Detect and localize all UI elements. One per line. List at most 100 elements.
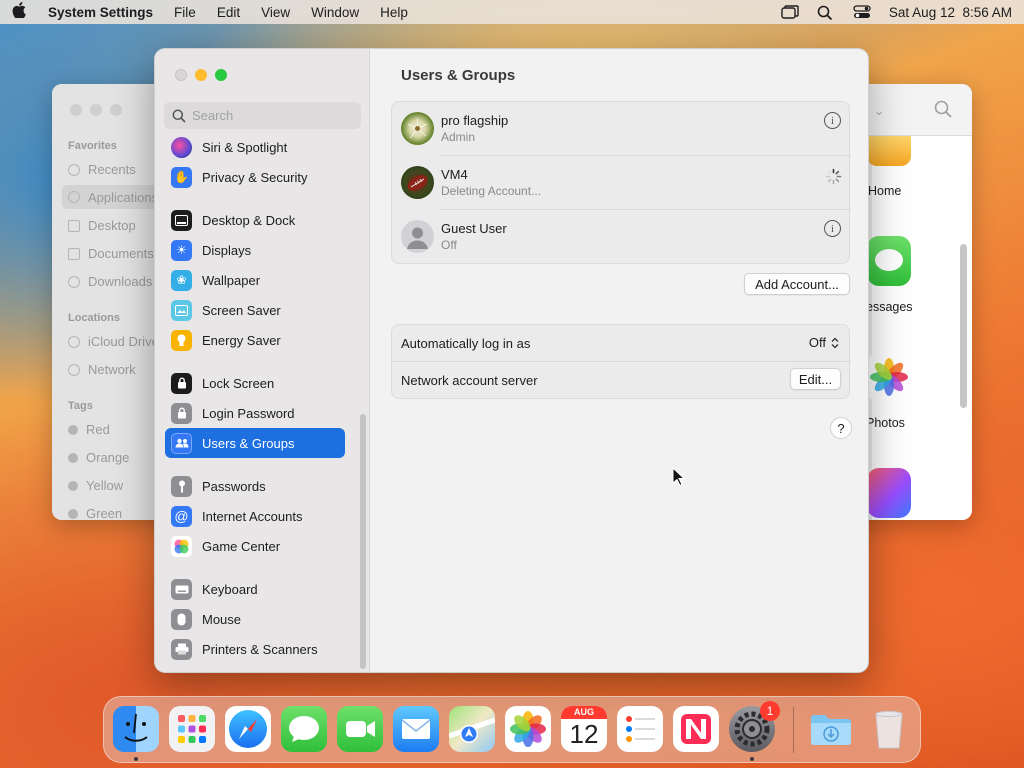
search-input[interactable]	[192, 108, 352, 123]
calendar-dock-icon[interactable]: AUG 12	[561, 706, 607, 752]
finder-item-applications[interactable]: Applications	[62, 185, 162, 209]
trash-dock-icon[interactable]	[866, 706, 912, 752]
menu-help[interactable]: Help	[380, 5, 408, 20]
sidebar-item-screen-saver[interactable]: Screen Saver	[165, 295, 345, 325]
sidebar-item-label: Desktop & Dock	[202, 212, 296, 228]
auto-login-select[interactable]: Off	[809, 335, 839, 350]
sidebar-item-desktop-dock[interactable]: Desktop & Dock	[165, 205, 345, 235]
finder-search-icon[interactable]	[934, 100, 952, 121]
screen-saver-icon	[171, 299, 192, 321]
sidebar-search[interactable]	[164, 102, 361, 129]
finder-tag-green[interactable]: Green	[68, 506, 122, 520]
menu-file[interactable]: File	[174, 5, 196, 20]
sidebar-item-label: Wallpaper	[202, 272, 261, 288]
finder-tag-red[interactable]: Red	[68, 422, 110, 437]
facetime-dock-icon[interactable]	[337, 706, 383, 752]
finder-app-label-messages: essages	[866, 300, 913, 314]
finder-dock-icon[interactable]	[113, 706, 159, 752]
auto-login-row: Automatically log in as Off	[392, 325, 851, 362]
sidebar-scrollbar[interactable]	[360, 414, 366, 669]
sidebar-item-login-password[interactable]: Login Password	[165, 398, 345, 428]
users-list: pro flagship Admin i VM4 Deleting Accoun…	[391, 101, 851, 264]
sidebar-item-label: Internet Accounts	[202, 508, 303, 524]
home-app-icon[interactable]	[867, 136, 911, 166]
messages-app-icon[interactable]	[867, 236, 911, 286]
finder-tag-yellow[interactable]: Yellow	[68, 478, 123, 493]
sidebar-item-privacy-security[interactable]: ✋ Privacy & Security	[165, 162, 345, 192]
sidebar-item-game-center[interactable]: Game Center	[165, 531, 345, 561]
control-center-icon[interactable]	[853, 5, 871, 19]
sidebar-item-label: Energy Saver	[202, 332, 281, 348]
user-row[interactable]: pro flagship Admin i	[392, 102, 851, 156]
spotlight-search-icon[interactable]	[817, 5, 835, 21]
sidebar-item-label: Keyboard	[202, 581, 258, 597]
sidebar-item-energy-saver[interactable]: Energy Saver	[165, 325, 345, 355]
safari-dock-icon[interactable]	[225, 706, 271, 752]
info-icon[interactable]: i	[824, 220, 841, 237]
user-role: Admin	[441, 130, 476, 144]
finder-item-network[interactable]: Network	[68, 362, 136, 377]
finder-item-downloads[interactable]: Downloads	[68, 274, 152, 289]
finder-section-locations: Locations	[68, 312, 120, 324]
shortcuts-app-icon[interactable]	[867, 468, 911, 518]
info-icon[interactable]: i	[824, 112, 841, 129]
sidebar-item-keyboard[interactable]: Keyboard	[165, 574, 345, 604]
menu-edit[interactable]: Edit	[217, 5, 240, 20]
menu-clock[interactable]: Sat Aug 12 8:56 AM	[889, 5, 1012, 20]
dock-separator	[793, 707, 794, 753]
system-settings-window: Siri & Spotlight ✋ Privacy & Security De…	[154, 48, 869, 673]
finder-item-icloud[interactable]: iCloud Drive	[68, 334, 159, 349]
menu-window[interactable]: Window	[311, 5, 359, 20]
finder-item-desktop[interactable]: Desktop	[68, 218, 136, 233]
add-account-button[interactable]: Add Account...	[744, 273, 850, 295]
close-window-button[interactable]	[175, 69, 187, 81]
up-down-chevron-icon	[831, 337, 839, 348]
finder-scrollbar[interactable]	[960, 244, 967, 408]
chevron-down-icon[interactable]: ⌄	[874, 104, 884, 118]
messages-dock-icon[interactable]	[281, 706, 327, 752]
photos-dock-icon[interactable]	[505, 706, 551, 752]
sidebar-item-users-groups[interactable]: Users & Groups	[165, 428, 345, 458]
sidebar-item-displays[interactable]: ☀ Displays	[165, 235, 345, 265]
edit-button[interactable]: Edit...	[790, 368, 841, 390]
user-name: pro flagship	[441, 113, 509, 128]
zoom-window-button[interactable]	[215, 69, 227, 81]
sidebar-item-label: Screen Saver	[202, 302, 281, 318]
calendar-month: AUG	[561, 706, 607, 719]
finder-app-label-photos: Photos	[866, 416, 905, 430]
window-switcher-icon[interactable]	[781, 5, 799, 19]
finder-item-documents[interactable]: Documents	[68, 246, 154, 261]
finder-item-recents[interactable]: Recents	[68, 162, 136, 177]
flower-icon: ❀	[171, 269, 192, 291]
news-dock-icon[interactable]	[673, 706, 719, 752]
sidebar-item-internet-accounts[interactable]: @ Internet Accounts	[165, 501, 345, 531]
photos-app-icon[interactable]	[867, 352, 911, 402]
launchpad-dock-icon[interactable]	[169, 706, 215, 752]
downloads-folder-dock-icon[interactable]	[808, 706, 854, 752]
sidebar-item-passwords[interactable]: Passwords	[165, 471, 345, 501]
settings-content: Users & Groups pro flagship Admin i VM4 …	[371, 49, 868, 672]
user-row[interactable]: Guest User Off i	[392, 210, 851, 264]
dock: AUG 12 1	[103, 696, 921, 763]
sidebar-item-lock-screen[interactable]: Lock Screen	[165, 368, 345, 398]
menu-view[interactable]: View	[261, 5, 290, 20]
sidebar-item-printers-scanners[interactable]: Printers & Scanners	[165, 634, 345, 664]
maps-dock-icon[interactable]	[449, 706, 495, 752]
apple-menu-icon[interactable]	[12, 2, 30, 22]
sidebar-item-mouse[interactable]: Mouse	[165, 604, 345, 634]
minimize-window-button[interactable]	[195, 69, 207, 81]
mail-dock-icon[interactable]	[393, 706, 439, 752]
reminders-dock-icon[interactable]	[617, 706, 663, 752]
sidebar-item-siri-spotlight[interactable]: Siri & Spotlight	[165, 132, 345, 162]
calendar-day: 12	[569, 719, 599, 749]
help-button[interactable]: ?	[830, 417, 852, 439]
sidebar-item-label: Login Password	[202, 405, 295, 421]
menu-app-name[interactable]: System Settings	[48, 5, 153, 20]
auto-login-label: Automatically log in as	[401, 336, 531, 351]
sidebar-item-wallpaper[interactable]: ❀ Wallpaper	[165, 265, 345, 295]
notification-badge: 1	[760, 701, 780, 721]
mouse-pointer-icon	[672, 466, 686, 487]
finder-tag-orange[interactable]: Orange	[68, 450, 129, 465]
user-row[interactable]: VM4 Deleting Account...	[392, 156, 851, 210]
login-options: Automatically log in as Off Network acco…	[391, 324, 851, 399]
